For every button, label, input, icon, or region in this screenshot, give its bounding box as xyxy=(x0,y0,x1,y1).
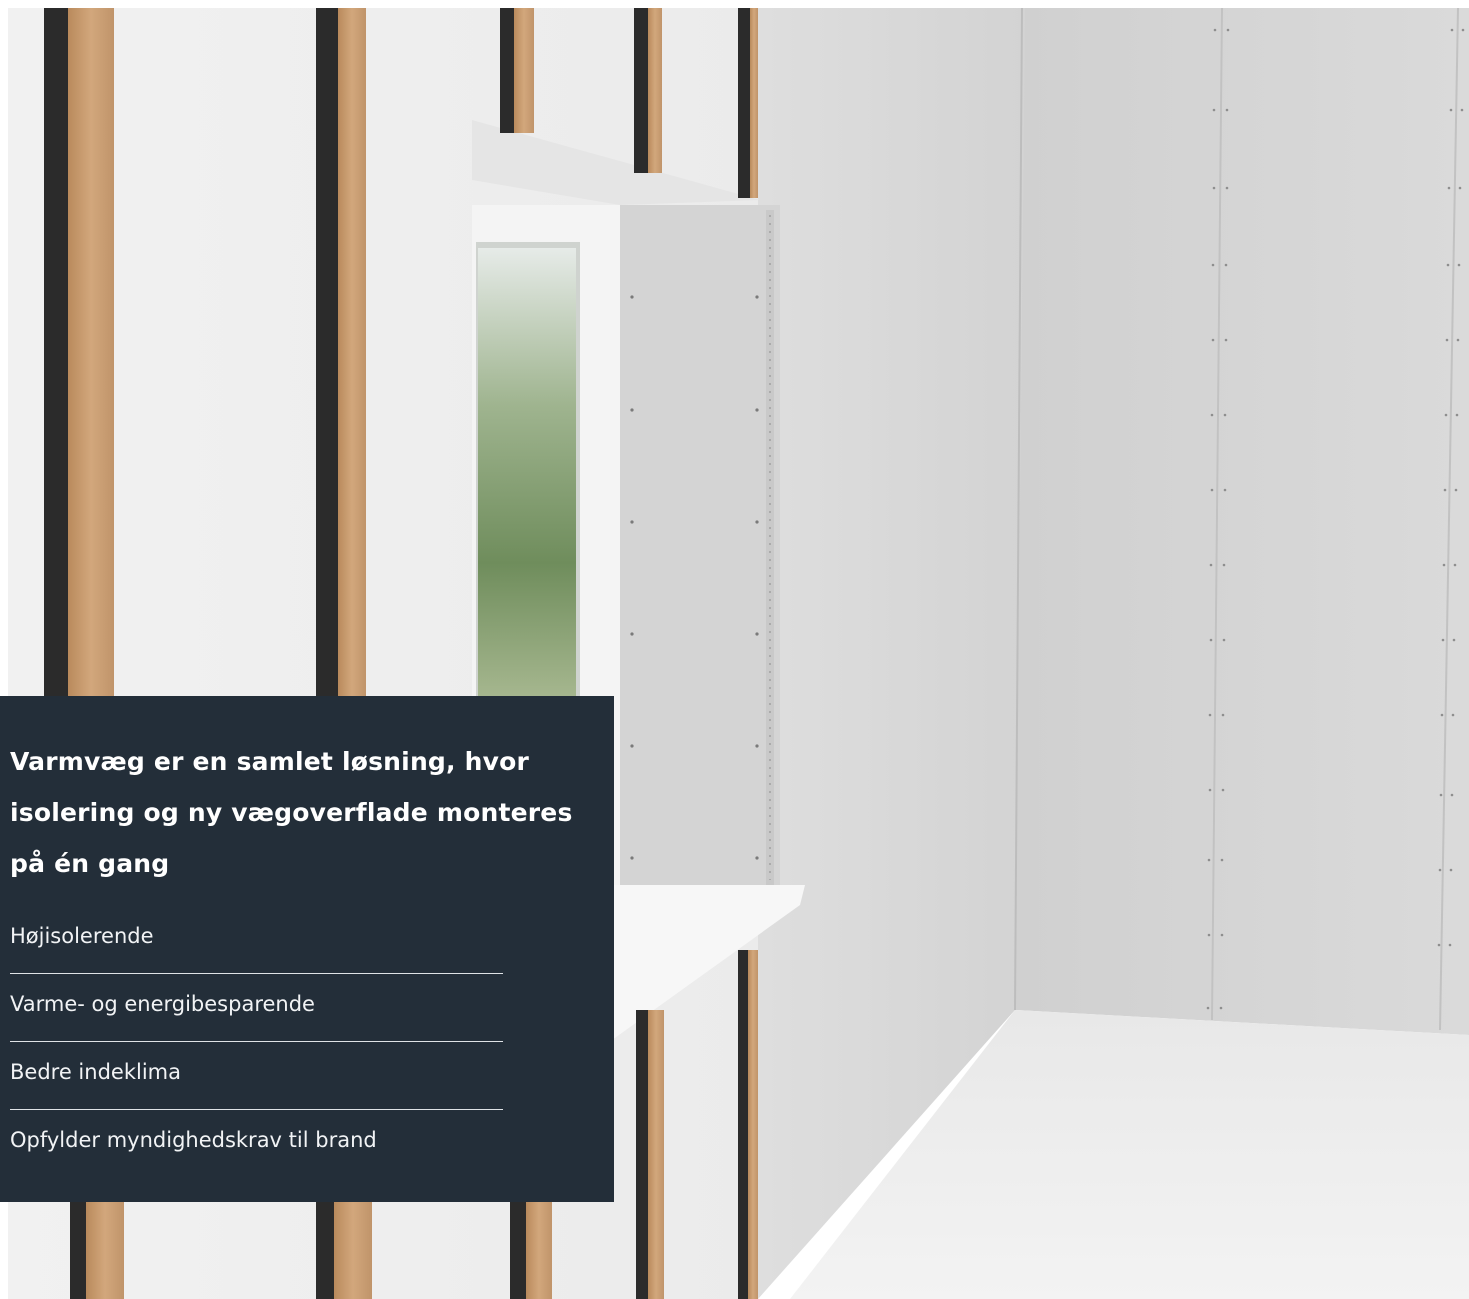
feature-item: Varme- og energibesparende xyxy=(10,974,503,1042)
feature-item: Højisolerende xyxy=(10,906,503,974)
feature-item: Bedre indeklima xyxy=(10,1042,503,1110)
info-heading: Varmvæg er en samlet løsning, hvor isole… xyxy=(10,747,573,878)
info-panel: Varmvæg er en samlet løsning, hvor isole… xyxy=(0,696,614,1202)
feature-item: Opfylder myndighedskrav til brand xyxy=(10,1128,377,1152)
feature-list: Højisolerende Varme- og energibesparende… xyxy=(10,906,503,1178)
